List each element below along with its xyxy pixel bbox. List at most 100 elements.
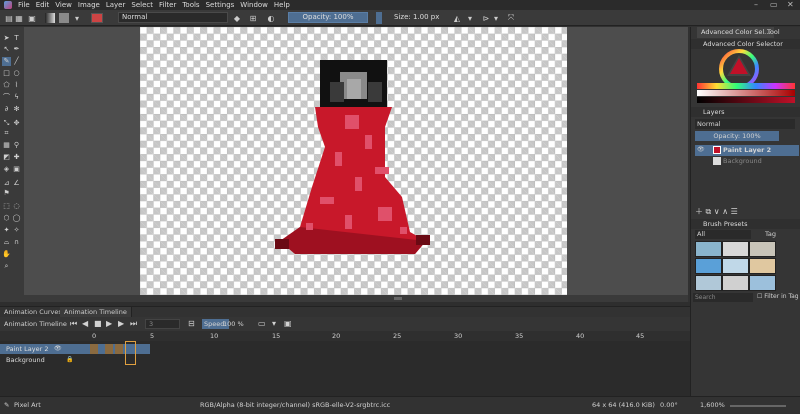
speed-input[interactable]: 100 % <box>221 319 245 329</box>
saturation-bar[interactable] <box>697 90 795 96</box>
brush-search-input[interactable]: Search <box>693 293 753 302</box>
zoom-tool-icon[interactable]: ⌕ <box>2 262 11 271</box>
stop-icon[interactable]: ■ <box>94 319 102 328</box>
menu-tools[interactable]: Tools <box>179 1 202 9</box>
close-button[interactable]: ✕ <box>787 0 794 9</box>
brush-preset-swatch[interactable] <box>695 241 722 257</box>
dynamic-brush-icon[interactable]: ∂ <box>2 105 11 114</box>
brush-settings-icon[interactable]: ▾ <box>72 12 82 24</box>
zoom-value[interactable]: 1,600% <box>700 397 725 414</box>
brush-preset-swatch[interactable] <box>722 275 749 291</box>
play-icon[interactable]: ▶ <box>106 319 112 328</box>
mirror-horizontal-icon[interactable]: ◭ <box>452 12 462 24</box>
menu-select[interactable]: Select <box>128 1 156 9</box>
reload-preset-icon[interactable]: ◐ <box>266 12 276 24</box>
line-tool-icon[interactable]: ╱ <box>12 57 21 66</box>
bezier-select-icon[interactable]: ⌓ <box>2 238 11 247</box>
playhead[interactable] <box>125 341 136 365</box>
polygon-tool-icon[interactable]: ⬠ <box>2 81 11 90</box>
colorize-mask-icon[interactable]: ◩ <box>2 153 11 162</box>
gradient-tool-icon[interactable]: ▦ <box>2 141 11 150</box>
color-picker-icon[interactable]: ⚲ <box>12 141 21 150</box>
brush-preset-swatch[interactable] <box>722 241 749 257</box>
select-shapes-icon[interactable]: ➤ <box>2 34 11 43</box>
tab-tool-options[interactable]: Tool Opti... <box>763 27 800 47</box>
brush-preset-icon[interactable] <box>82 12 112 24</box>
minimize-button[interactable]: – <box>754 0 758 9</box>
calligraphy-icon[interactable]: ✒ <box>12 45 21 54</box>
keyframe-cell[interactable] <box>90 344 98 354</box>
transform-tool-icon[interactable]: ⤡ <box>2 119 11 128</box>
edit-shapes-icon[interactable]: ↖ <box>2 45 11 54</box>
onion-skin-icon[interactable]: ▭ <box>258 319 266 328</box>
brush-preset-swatch[interactable] <box>695 275 722 291</box>
rectangle-tool-icon[interactable]: □ <box>2 69 11 78</box>
timeline-layer-row[interactable]: Paint Layer 2 👁 <box>0 344 90 354</box>
horizontal-scrollbar[interactable] <box>24 295 688 302</box>
audio-icon[interactable]: ▣ <box>284 319 292 328</box>
brush-filter-select[interactable]: All <box>695 230 751 239</box>
polyline-tool-icon[interactable]: ⌇ <box>12 81 21 90</box>
layer-visibility-icon[interactable]: 👁 <box>54 344 62 354</box>
menu-help[interactable]: Help <box>271 1 293 9</box>
layer-lock-icon[interactable]: 🔒 <box>66 355 73 365</box>
freehand-path-icon[interactable]: ϟ <box>12 93 21 102</box>
drop-frames-icon[interactable]: ⊟ <box>188 319 195 328</box>
menu-view[interactable]: View <box>52 1 75 9</box>
prev-frame-icon[interactable]: ◀ <box>82 319 88 328</box>
save-icon[interactable]: ▣ <box>26 12 38 24</box>
layer-item[interactable]: 👁 Paint Layer 2 <box>695 145 799 156</box>
open-document-icon[interactable]: ▦ <box>14 12 24 24</box>
wrap-around-icon[interactable]: ⤧ <box>506 12 516 24</box>
ellipse-select-icon[interactable]: ◌ <box>12 202 21 211</box>
crop-tool-icon[interactable]: ⌗ <box>2 129 11 138</box>
text-tool-icon[interactable]: T <box>12 34 21 43</box>
layer-blend-select[interactable]: Normal <box>695 119 795 129</box>
add-layer-icon[interactable]: ＋ ⧉ ∨ ∧ ☰ <box>695 206 738 217</box>
eraser-icon[interactable]: ◆ <box>232 12 242 24</box>
filter-in-tag-checkbox[interactable]: ☐ Filter in Tag <box>757 293 799 300</box>
timeline-layer-row[interactable]: Background 🔒 <box>0 355 90 365</box>
measure-tool-icon[interactable]: ∠ <box>12 179 21 188</box>
fill-tool-icon[interactable]: ◈ <box>2 165 11 174</box>
last-frame-icon[interactable]: ⏭ <box>130 319 137 329</box>
contiguous-select-icon[interactable]: ✦ <box>2 226 11 235</box>
maximize-button[interactable]: ▭ <box>770 0 778 9</box>
blend-mode-select[interactable]: Normal <box>118 12 228 23</box>
menu-file[interactable]: File <box>15 1 33 9</box>
freehand-brush-icon[interactable]: ✎ <box>2 57 11 66</box>
menu-layer[interactable]: Layer <box>103 1 129 9</box>
brush-tag-button[interactable]: Tag <box>765 230 776 238</box>
next-frame-icon[interactable]: ▶ <box>118 319 124 328</box>
first-frame-icon[interactable]: ⏮ <box>70 319 77 329</box>
assistant-tool-icon[interactable]: ⊿ <box>2 179 11 188</box>
brush-preset-swatch[interactable] <box>749 258 776 274</box>
value-bar[interactable] <box>697 97 795 103</box>
new-document-icon[interactable]: ▤ <box>4 12 14 24</box>
keyframe-cell[interactable] <box>115 344 123 354</box>
enclose-fill-icon[interactable]: ▣ <box>12 165 21 174</box>
ellipse-tool-icon[interactable]: ○ <box>12 69 21 78</box>
menu-settings[interactable]: Settings <box>203 1 238 9</box>
menu-edit[interactable]: Edit <box>33 1 53 9</box>
similar-select-icon[interactable]: ✧ <box>12 226 21 235</box>
menu-image[interactable]: Image <box>75 1 103 9</box>
zoom-slider[interactable] <box>730 405 786 407</box>
settings-dropdown-icon[interactable]: ▾ <box>272 319 276 328</box>
polygon-select-icon[interactable]: ⬡ <box>2 214 11 223</box>
brush-preset-swatch[interactable] <box>749 275 776 291</box>
layer-opacity-slider[interactable]: Opacity: 100% <box>695 131 779 141</box>
alpha-lock-icon[interactable]: ⊞ <box>248 12 258 24</box>
freehand-select-icon[interactable]: ◯ <box>12 214 21 223</box>
reference-tool-icon[interactable]: ⚑ <box>2 189 11 198</box>
pattern-icon[interactable] <box>58 12 70 24</box>
menu-filter[interactable]: Filter <box>156 1 179 9</box>
mirror-vertical-icon[interactable]: ⊳ <box>480 12 492 24</box>
multibrush-icon[interactable]: ✻ <box>12 105 21 114</box>
bezier-tool-icon[interactable]: ⌒ <box>2 93 11 102</box>
scroll-thumb[interactable] <box>394 297 402 300</box>
gradient-icon[interactable] <box>44 12 56 24</box>
brush-preset-swatch[interactable] <box>695 258 722 274</box>
eye-icon[interactable]: 👁 <box>697 146 705 153</box>
rect-select-icon[interactable]: ⬚ <box>2 202 11 211</box>
